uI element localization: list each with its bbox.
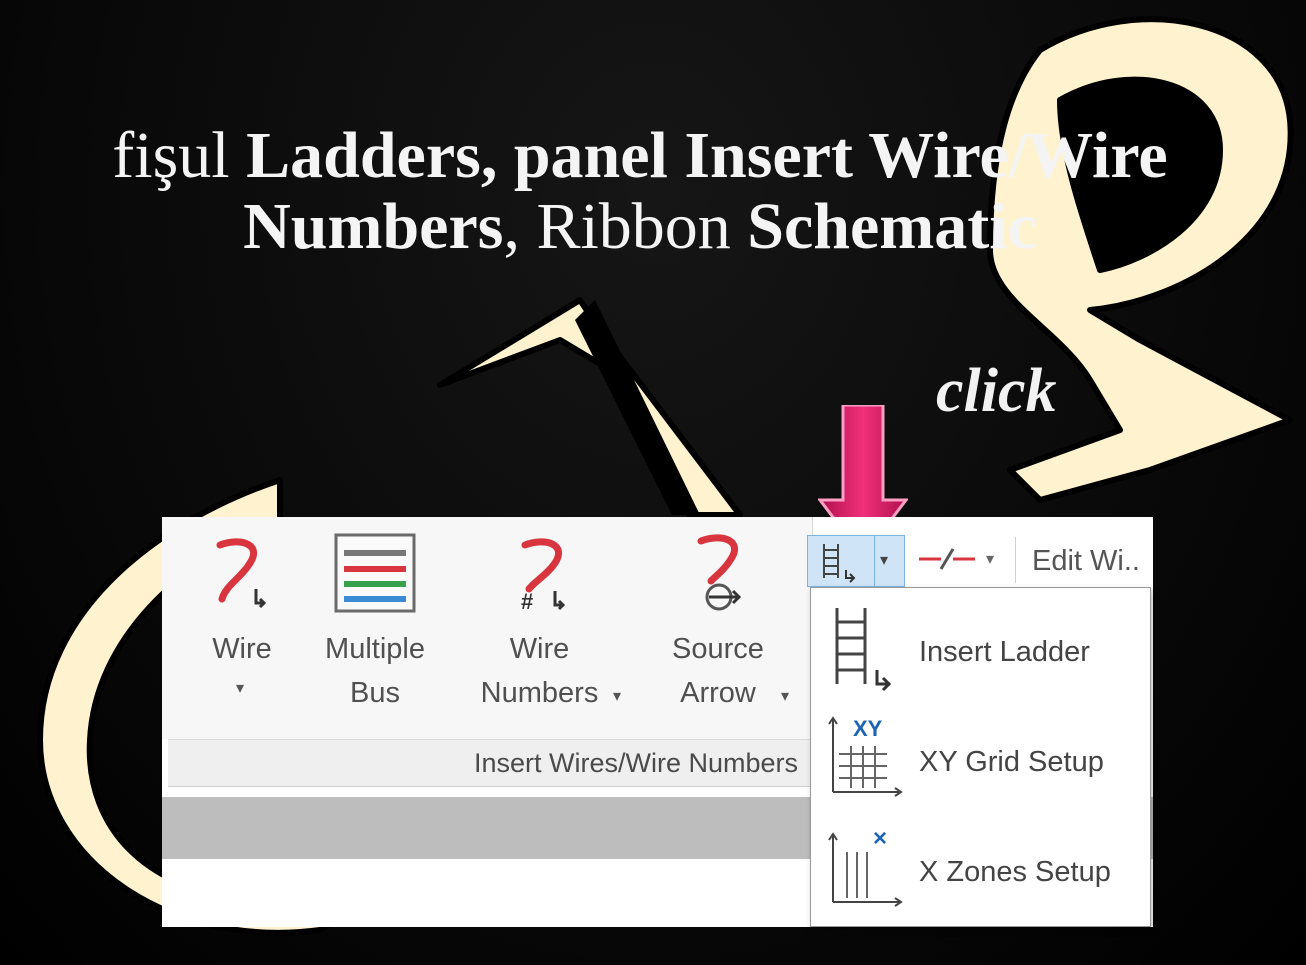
menu-item-insert-ladder[interactable]: Insert Ladder — [811, 596, 1150, 706]
click-annotation: click — [936, 357, 1057, 425]
wire-break-icon[interactable] — [915, 541, 979, 577]
insert-ladder-icon — [835, 608, 892, 692]
wire-numbers-button[interactable]: # Wire Numbers ▾ — [467, 527, 621, 715]
heading-line-2: Numbers, Ribbon Schematic — [0, 191, 1290, 262]
wire-numbers-label-1: Wire — [509, 633, 570, 665]
ladder-icon — [823, 544, 856, 583]
wire-numbers-icon: # — [521, 538, 565, 614]
ribbon-screenshot: Wire ▾ Multiple Bus # Wire Numbers ▾ Sou… — [162, 517, 1153, 927]
heading-ribbon: , Ribbon — [503, 190, 731, 264]
svg-text:#: # — [521, 589, 533, 614]
ladder-split-button[interactable]: ▾ — [807, 535, 905, 587]
ladder-dropdown-menu: Insert Ladder XY XY Grid Setup × X Zones… — [810, 587, 1151, 927]
panel-title-bar: Insert Wires/Wire Numbers — [168, 739, 812, 787]
heading-line-1: fişul Ladders, panel Insert Wire/Wire — [0, 120, 1290, 191]
menu-item-xy-grid-setup[interactable]: XY XY Grid Setup — [811, 706, 1150, 816]
source-arrow-dropdown-caret-icon[interactable]: ▾ — [781, 675, 789, 719]
source-arrow-icon — [697, 534, 742, 611]
multiple-bus-button[interactable]: Multiple Bus — [310, 527, 440, 715]
wire-button[interactable]: Wire ▾ — [192, 527, 292, 697]
source-arrow-button[interactable]: Source Arrow ▾ — [657, 527, 789, 715]
wire-icon — [216, 538, 267, 609]
edit-wire-button[interactable]: Edit Wi.. — [1032, 545, 1140, 578]
insert-ladder-label: Insert Ladder — [919, 636, 1090, 668]
source-arrow-label-1: Source — [672, 633, 764, 665]
heading-ladders-panel: Ladders, panel Insert Wire/Wire — [246, 119, 1168, 192]
xy-grid-setup-label: XY Grid Setup — [919, 746, 1104, 778]
toolbar-separator — [1015, 537, 1016, 583]
multiple-bus-icon — [334, 533, 416, 613]
svg-text:×: × — [873, 825, 887, 852]
heading-prefix: fişul — [112, 119, 230, 192]
panel-title: Insert Wires/Wire Numbers — [473, 748, 798, 778]
multiple-bus-label-1: Multiple — [325, 633, 425, 665]
ladder-dropdown-caret-icon[interactable]: ▾ — [880, 550, 888, 570]
svg-text:XY: XY — [853, 716, 883, 741]
wire-numbers-dropdown-caret-icon[interactable]: ▾ — [613, 675, 621, 719]
wire-break-dropdown-caret-icon[interactable]: ▾ — [986, 549, 994, 569]
x-zones-icon: × — [828, 825, 903, 907]
split-divider — [874, 536, 875, 586]
heading-numbers: Numbers — [243, 190, 504, 264]
wire-dropdown-caret-icon[interactable]: ▾ — [236, 667, 244, 711]
wire-label: Wire — [212, 633, 272, 665]
wire-numbers-label-2: Numbers — [480, 677, 599, 709]
heading-schematic: Schematic — [747, 190, 1037, 264]
menu-item-x-zones-setup[interactable]: × X Zones Setup — [811, 816, 1150, 926]
xy-grid-icon: XY — [828, 716, 903, 797]
instruction-heading: fişul Ladders, panel Insert Wire/Wire Nu… — [0, 120, 1290, 263]
x-zones-setup-label: X Zones Setup — [919, 856, 1111, 888]
multiple-bus-label-2: Bus — [350, 677, 400, 709]
source-arrow-label-2: Arrow — [680, 677, 756, 709]
